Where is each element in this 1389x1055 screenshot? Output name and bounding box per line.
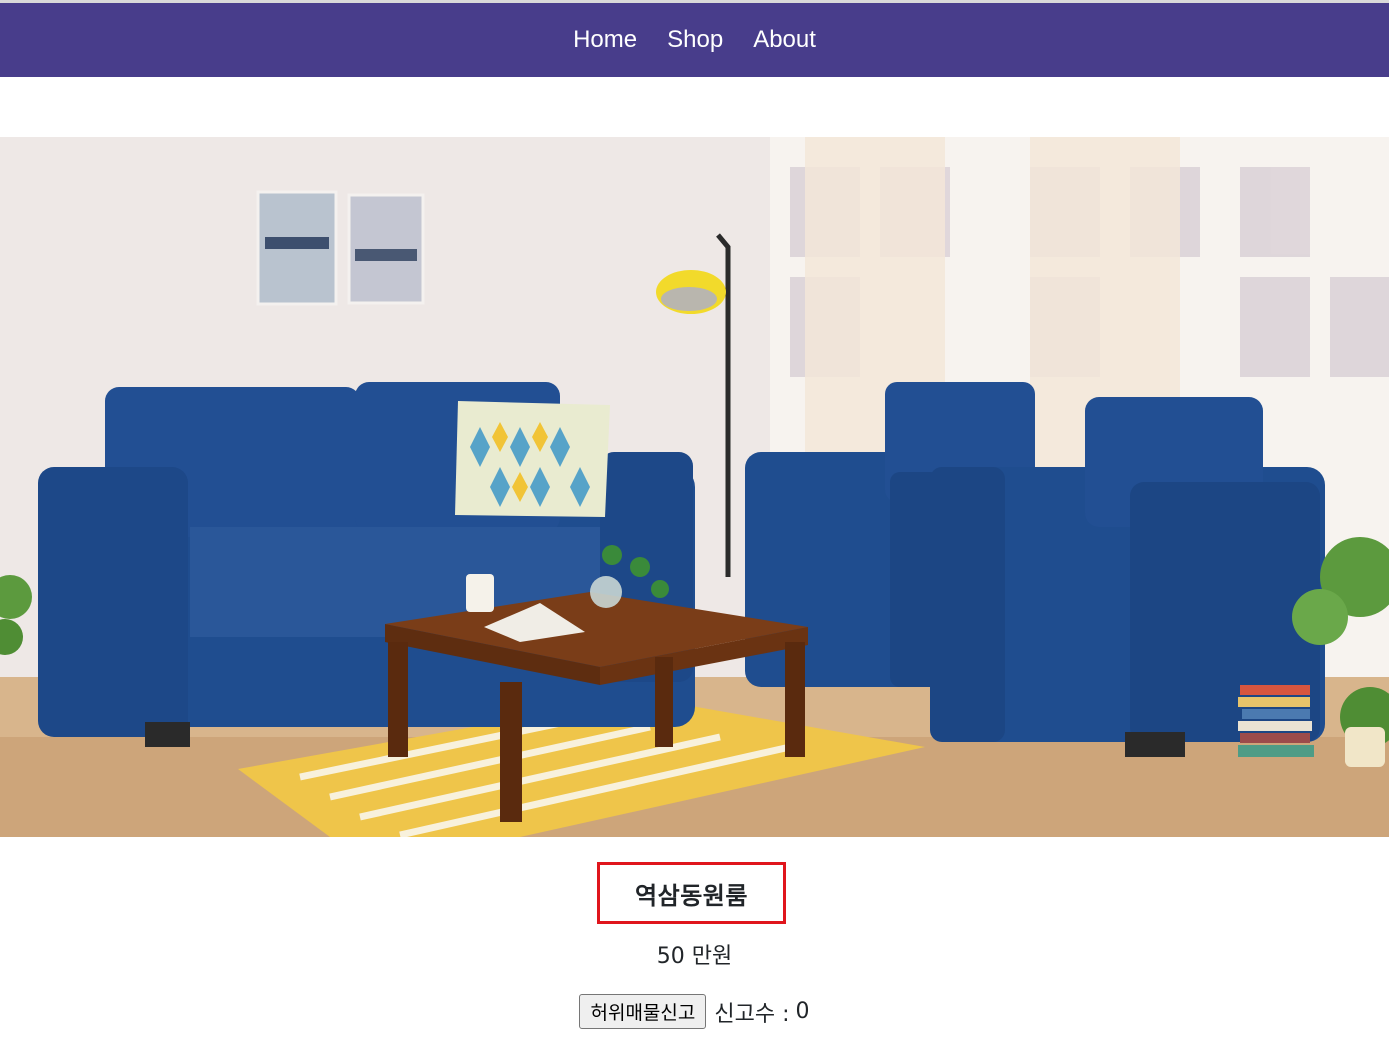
nav-link-shop[interactable]: Shop [667,3,723,77]
nav-link-home[interactable]: Home [573,3,637,77]
product-title-box: 역삼동원룸 [597,862,786,924]
product-image [0,137,1389,837]
product-title: 역삼동원룸 [635,881,748,910]
living-room-illustration [0,137,1389,837]
navbar: Home Shop About [0,3,1389,77]
report-fake-listing-button[interactable]: 허위매물신고 [579,994,707,1029]
report-count-value: 0 [795,999,810,1024]
product-price: 50 만원 [656,944,733,969]
report-count-label: 신고수 : [714,1001,790,1027]
nav-link-about[interactable]: About [753,3,816,77]
report-row: 허위매물신고 신고수 : 0 [0,994,1389,1029]
